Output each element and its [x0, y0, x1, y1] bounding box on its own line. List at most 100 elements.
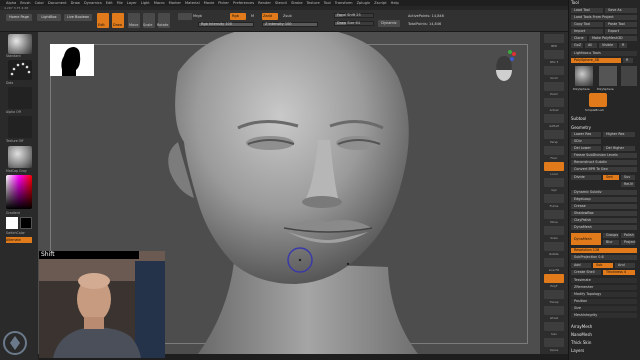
higher-res-button[interactable]: Higher Res [603, 132, 635, 137]
divide-button[interactable]: Divide [571, 175, 601, 180]
menu-item-light[interactable]: Light [141, 1, 150, 5]
load-tools-from-project-button[interactable]: Load Tools From Project [571, 15, 637, 20]
shelf-button-line-fill[interactable] [544, 258, 564, 267]
clone-button[interactable]: Clone [571, 36, 587, 41]
tessimate-header[interactable]: Tessimate [571, 278, 637, 283]
lightbox-button[interactable]: LightBox [37, 14, 61, 21]
shelf-button-spix-3[interactable] [544, 50, 564, 59]
shelf-button-actual[interactable] [544, 98, 564, 107]
color-picker[interactable] [6, 175, 32, 209]
shelf-button-solo[interactable] [544, 322, 564, 331]
brush-thumbnail[interactable] [8, 34, 32, 54]
add-button[interactable]: Add [571, 263, 591, 268]
export-button[interactable]: Export [605, 29, 637, 34]
goz-button[interactable]: GoZ [571, 43, 583, 48]
arraymesh-header[interactable]: ArrayMesh [571, 324, 592, 329]
paste-tool-button[interactable]: Paste Tool [605, 22, 637, 27]
shelf-button-transp[interactable] [544, 290, 564, 299]
and-button[interactable]: And [615, 263, 635, 268]
del-higher-button[interactable]: Del Higher [603, 146, 635, 151]
menu-item-marker[interactable]: Marker [169, 1, 181, 5]
menu-item-stroke[interactable]: Stroke [291, 1, 302, 5]
menu-item-draw[interactable]: Draw [71, 1, 80, 5]
blur-slider[interactable]: Blur [603, 240, 619, 245]
meshintegrity-header[interactable]: MeshIntegrity [571, 313, 637, 318]
menu-item-document[interactable]: Document [48, 1, 67, 5]
copy-tool-button[interactable]: Copy Tool [571, 22, 603, 27]
subprojection-slider[interactable]: SubProjection 0.6 [571, 255, 637, 260]
shelf-button-scale[interactable] [544, 226, 564, 235]
menu-item-help[interactable]: Help [391, 1, 399, 5]
import-button[interactable]: Import [571, 29, 603, 34]
menu-item-brush[interactable]: Brush [20, 1, 30, 5]
resolution-slider[interactable]: Resolution 128 [571, 248, 637, 253]
tool-thumb-head[interactable] [599, 66, 617, 86]
lightbox-tools-button[interactable]: Lightbox ▸ Tools [571, 51, 637, 56]
menu-item-zplugin[interactable]: Zplugin [357, 1, 371, 5]
menu-item-zscript[interactable]: Zscript [374, 1, 386, 5]
menu-item-tool[interactable]: Tool [324, 1, 331, 5]
r-button[interactable]: R [619, 43, 627, 48]
thick-skin-header[interactable]: Thick Skin [571, 340, 591, 345]
menu-item-file[interactable]: File [117, 1, 123, 5]
dynamesh-button[interactable]: DynaMesh [571, 233, 601, 245]
position-header[interactable]: Position [571, 299, 637, 304]
dynamesh-header[interactable]: DynaMesh [571, 225, 637, 230]
tool-thumb-simplebrush[interactable] [621, 66, 637, 86]
menu-item-color[interactable]: Color [35, 1, 44, 5]
menu-item-picker[interactable]: Picker [218, 1, 229, 5]
visible-button[interactable]: Visible [599, 43, 617, 48]
shelf-button-xpose[interactable] [544, 338, 564, 347]
menu-item-movie[interactable]: Movie [204, 1, 215, 5]
save-as-button[interactable]: Save As [605, 8, 637, 13]
nanomesh-header[interactable]: NanoMesh [571, 332, 592, 337]
texture-thumbnail[interactable] [8, 116, 32, 138]
home-page-button[interactable]: Home Page [6, 14, 32, 21]
sdiv-slider[interactable]: SDiv [571, 139, 601, 144]
sub-button[interactable]: Sub [593, 263, 613, 268]
live-boolean-button[interactable]: Live Boolean [64, 14, 92, 21]
polish-toggle[interactable]: Polish [621, 233, 635, 238]
simplebrush-thumbnail[interactable] [589, 93, 607, 107]
shelf-button-floor[interactable] [544, 146, 564, 155]
alpha-thumbnail[interactable] [8, 87, 32, 109]
shelf-button-polyf[interactable] [544, 274, 564, 283]
dynamic-subdiv-button[interactable]: Dynamic Subdiv [571, 190, 637, 195]
shelf-button-aahalf[interactable] [544, 114, 564, 123]
make-polymesh-button[interactable]: Make PolyMesh3D [589, 36, 637, 41]
orientation-head-gizmo[interactable] [490, 50, 518, 88]
menu-item-preferences[interactable]: Preferences [233, 1, 254, 5]
shelf-button-frame[interactable] [544, 194, 564, 203]
secondary-color-swatch[interactable] [20, 217, 32, 229]
shelf-button-zoom[interactable] [544, 82, 564, 91]
menu-item-stencil[interactable]: Stencil [275, 1, 287, 5]
shelf-button-bpr[interactable] [544, 34, 564, 43]
groups-toggle[interactable]: Groups [603, 233, 619, 238]
shelf-button-ghost[interactable] [544, 306, 564, 315]
zremesher-header[interactable]: ZRemesher [571, 285, 637, 290]
menu-item-macro[interactable]: Macro [154, 1, 165, 5]
size-header[interactable]: Size [571, 306, 637, 311]
shadowbox-button[interactable]: ShadowBox [571, 211, 637, 216]
main-color-swatch[interactable] [6, 217, 18, 229]
smt-toggle[interactable]: Smt [603, 175, 619, 180]
shelf-button-move[interactable] [544, 210, 564, 219]
tool-r-button[interactable]: R [623, 58, 633, 63]
thickness-slider[interactable]: Thickness 4 [603, 270, 635, 275]
suv-toggle[interactable]: Suv [621, 175, 635, 180]
menu-item-alpha[interactable]: Alpha [6, 1, 16, 5]
load-tool-button[interactable]: Load Tool [571, 8, 603, 13]
all-button[interactable]: All [585, 43, 597, 48]
menu-item-dynamics[interactable]: Dynamics [84, 1, 102, 5]
layers-header[interactable]: Layers [571, 348, 584, 353]
claypolish-button[interactable]: ClayPolish [571, 218, 637, 223]
del-lower-button[interactable]: Del Lower [571, 146, 601, 151]
reconstruct-subdiv-button[interactable]: Reconstruct Subdiv [571, 160, 637, 165]
subtool-header[interactable]: Subtool [571, 116, 586, 121]
menu-item-material[interactable]: Material [185, 1, 200, 5]
edgeloop-button[interactable]: EdgeLoop [571, 197, 637, 202]
geometry-header[interactable]: Geometry [571, 125, 591, 130]
current-tool-slider[interactable]: PolySphere_48 [571, 58, 621, 63]
shelf-button-rotate[interactable] [544, 242, 564, 251]
menu-item-render[interactable]: Render [258, 1, 271, 5]
